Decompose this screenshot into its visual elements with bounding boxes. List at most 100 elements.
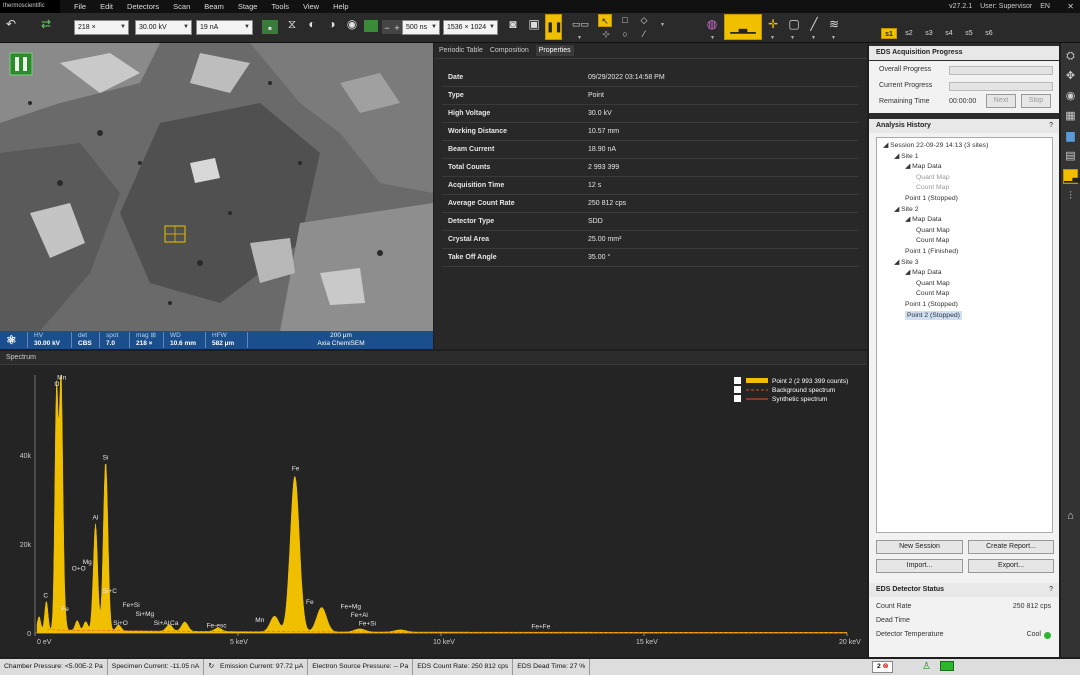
menu-tools[interactable]: Tools xyxy=(271,0,289,13)
snapshot-icon[interactable]: ▣ xyxy=(526,16,542,32)
refresh-icon[interactable]: ↻ xyxy=(204,659,216,675)
site-tab-5[interactable]: s5 xyxy=(961,28,977,39)
point-icon[interactable]: ⊹ xyxy=(598,28,614,41)
next-button[interactable]: Next xyxy=(986,94,1016,108)
emission-current: Emission Current: 97.72 µA xyxy=(216,659,309,675)
user-label[interactable]: User: Supervisor xyxy=(980,0,1032,13)
tree-leaf[interactable]: Quant Map xyxy=(916,279,950,288)
brightness-icon[interactable]: ◑ xyxy=(324,16,340,32)
tree-leaf[interactable]: Point 2 (Stopped) xyxy=(905,310,962,320)
spectrum-chart[interactable]: 0 20k 40k 0 eV 5 keV 10 keV 15 keV 20 keV C Mn O Fe… xyxy=(0,365,867,657)
help-icon[interactable]: ? xyxy=(1049,119,1053,133)
tree-node[interactable]: ◢ Site 3 xyxy=(894,258,919,267)
instrument-label: Axia ChemiSEM xyxy=(317,340,365,347)
detector-title: EDS Detector Status? xyxy=(869,583,1059,597)
history-tree: ◢ Session 22-09-29 14:13 (3 sites) ◢ Site… xyxy=(876,137,1053,533)
tree-leaf[interactable]: Point 1 (Finished) xyxy=(905,247,958,256)
line-icon[interactable]: ⁄ xyxy=(636,28,652,41)
sem-image-view[interactable] xyxy=(0,43,433,331)
peak-label: O xyxy=(54,381,59,388)
create-report-button[interactable]: Create Report... xyxy=(968,540,1054,554)
eye-icon[interactable]: ◉ xyxy=(1063,89,1078,104)
chart-icon[interactable]: ▆ xyxy=(1063,129,1078,144)
new-session-button[interactable]: New Session xyxy=(876,540,963,554)
decrease-icon[interactable]: − xyxy=(382,20,392,34)
menu-file[interactable]: File xyxy=(74,0,86,13)
scan-mode-icon[interactable]: ▭▭ xyxy=(572,16,589,32)
close-icon[interactable]: ✕ xyxy=(1067,0,1074,13)
remaining-time-label: Remaining Time xyxy=(879,98,930,105)
export-button[interactable]: Export... xyxy=(968,559,1054,573)
navigation-icon[interactable]: ✥ xyxy=(1063,69,1078,84)
site-tab-1[interactable]: s1 xyxy=(881,28,897,39)
property-row: Total Counts 2 993 399 xyxy=(442,159,858,177)
menu-view[interactable]: View xyxy=(303,0,319,13)
help-icon[interactable]: ? xyxy=(1049,583,1053,597)
exchange-icon[interactable]: ⇄ xyxy=(38,16,54,32)
grid-icon[interactable]: ▦ xyxy=(1063,109,1078,124)
tree-leaf[interactable]: Point 1 (Stopped) xyxy=(905,300,958,309)
tree-leaf[interactable]: ◢ Map Data xyxy=(905,268,942,277)
tree-node[interactable]: ◢ Site 1 xyxy=(894,152,919,161)
resolution-select[interactable]: 1536 × 1024 ▼ xyxy=(443,20,498,35)
site-tab-2[interactable]: s2 xyxy=(901,28,917,39)
spectrum-title: Spectrum xyxy=(0,351,867,365)
image-icon[interactable] xyxy=(364,20,378,32)
linescan-icon[interactable]: ╱ xyxy=(806,16,822,32)
menu-help[interactable]: Help xyxy=(333,0,348,13)
color-map-icon[interactable]: ◍ xyxy=(704,16,720,32)
menu-edit[interactable]: Edit xyxy=(100,0,113,13)
site-tab-3[interactable]: s3 xyxy=(921,28,937,39)
magnification-select[interactable]: 218 × ▼ xyxy=(74,20,129,35)
tab-properties[interactable]: Properties xyxy=(535,45,574,56)
error-count[interactable]: 2 ⊗ xyxy=(872,661,894,673)
spectrum-mode-icon[interactable]: ▁▃▁ xyxy=(724,14,762,40)
dwell-time-select[interactable]: 500 ns ▼ xyxy=(402,20,440,35)
undo-icon[interactable]: ↶ xyxy=(3,16,19,32)
menu-detectors[interactable]: Detectors xyxy=(127,0,159,13)
tree-leaf[interactable]: Quant Map xyxy=(916,173,950,182)
tab-periodic-table[interactable]: Periodic Table xyxy=(439,47,483,54)
peak-label: Fe xyxy=(292,466,300,473)
tree-node[interactable]: ◢ Session 22-09-29 14:13 (3 sites) xyxy=(883,141,988,150)
layers-icon[interactable]: ≋ xyxy=(826,16,842,32)
spectrum-icon[interactable]: ▁▃ xyxy=(1063,169,1080,184)
pause-icon[interactable]: ❚❚ xyxy=(545,14,563,40)
stop-button[interactable]: Stop xyxy=(1021,94,1051,108)
import-button[interactable]: Import... xyxy=(876,559,963,573)
tab-composition[interactable]: Composition xyxy=(490,47,529,54)
site-tab-6[interactable]: s6 xyxy=(981,28,997,39)
site-tab-4[interactable]: s4 xyxy=(941,28,957,39)
tree-leaf[interactable]: Quant Map xyxy=(916,226,950,235)
area-icon[interactable]: ▢ xyxy=(786,16,802,32)
rectangle-icon[interactable]: □ xyxy=(617,14,633,27)
tree-leaf[interactable]: Count Map xyxy=(916,289,949,298)
sliders-icon[interactable]: ⫶ xyxy=(1063,189,1078,204)
property-row: High Voltage 30.0 kV xyxy=(442,105,858,123)
tree-node[interactable]: ◢ Site 2 xyxy=(894,205,919,214)
tree-leaf[interactable]: ◢ Map Data xyxy=(905,215,942,224)
auto-icon[interactable]: ◉ xyxy=(344,16,360,32)
polygon-icon[interactable]: ◇ xyxy=(636,14,652,27)
menu-stage[interactable]: Stage xyxy=(238,0,258,13)
tree-leaf[interactable]: Point 1 (Stopped) xyxy=(905,194,958,203)
beam-current-select[interactable]: 19 nA ▼ xyxy=(196,20,253,35)
stage-icon[interactable]: ⛭ xyxy=(1063,49,1078,64)
tree-leaf[interactable]: Count Map xyxy=(916,236,949,245)
document-icon[interactable]: ▤ xyxy=(1063,149,1078,164)
menu-scan[interactable]: Scan xyxy=(173,0,190,13)
increase-icon[interactable]: + xyxy=(392,20,402,34)
crosshair-icon[interactable]: ✛ xyxy=(765,16,781,32)
learn-icon[interactable]: ⌂ xyxy=(1063,509,1078,524)
beam-on-icon[interactable]: ▪ xyxy=(262,20,278,35)
camera-icon[interactable]: ◙ xyxy=(505,16,521,32)
tree-leaf[interactable]: ◢ Map Data xyxy=(905,162,942,171)
tree-leaf[interactable]: Count Map xyxy=(916,183,949,192)
select-icon[interactable]: ↖ xyxy=(598,14,612,27)
menu-beam[interactable]: Beam xyxy=(204,0,224,13)
contrast-icon[interactable]: ◐ xyxy=(304,16,320,32)
focus-icon[interactable]: ⧖ xyxy=(284,16,300,32)
language-select[interactable]: EN xyxy=(1040,0,1050,13)
high-voltage-select[interactable]: 30.00 kV ▼ xyxy=(135,20,192,35)
lasso-icon[interactable]: ○ xyxy=(617,28,633,41)
